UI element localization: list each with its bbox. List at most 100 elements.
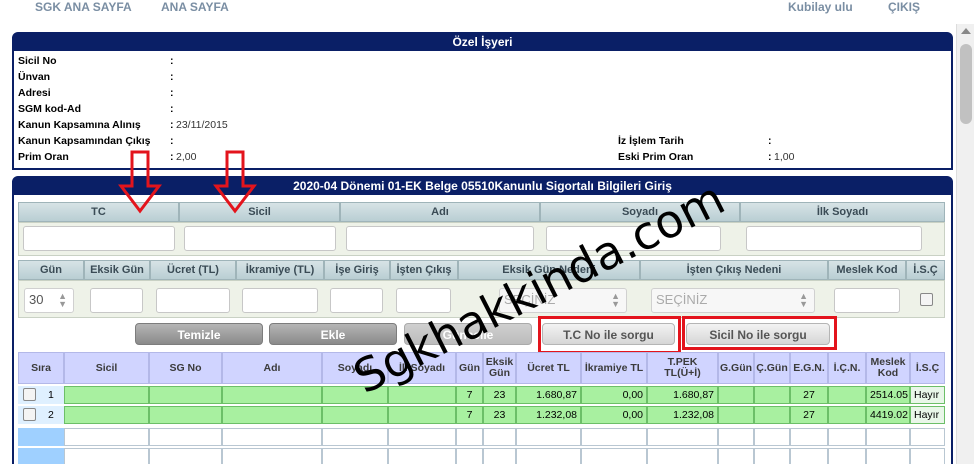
cell-isc[interactable]: Hayır: [910, 386, 945, 404]
cell-ikramiye[interactable]: 0,00: [581, 386, 647, 404]
empty-cell[interactable]: [718, 428, 754, 446]
gun-stepper[interactable]: 30 ▲ ▼: [24, 288, 74, 313]
meslek-kod-input[interactable]: [834, 288, 900, 313]
isc-checkbox[interactable]: [920, 293, 933, 306]
grid-header-ikramiye: İkramiye TL: [581, 352, 647, 384]
info-colon: :: [170, 151, 174, 163]
empty-cell[interactable]: [516, 448, 581, 464]
stepper-arrows-icon[interactable]: ▲ ▼: [58, 292, 67, 309]
cell-sg-no[interactable]: [149, 386, 222, 404]
empty-cell[interactable]: [828, 448, 866, 464]
ikramiye-input[interactable]: [242, 288, 318, 313]
cell-ilk-soyadi[interactable]: [388, 406, 456, 424]
employer-panel-title: Özel İşyeri: [14, 34, 951, 51]
cell-ucret[interactable]: 1.680,87: [516, 386, 581, 404]
cell-eksik-gun[interactable]: 23: [483, 386, 516, 404]
info-colon: :: [768, 151, 772, 163]
adi-input[interactable]: [346, 226, 534, 251]
cell-meslek-kod[interactable]: 2514.05: [866, 386, 910, 404]
eksik-gun-input[interactable]: [90, 288, 143, 313]
cell-g-gun[interactable]: [718, 406, 754, 424]
empty-cell[interactable]: [910, 448, 945, 464]
grid-header-icn: İ.Ç.N.: [828, 352, 866, 384]
empty-cell[interactable]: [222, 448, 322, 464]
filter-header-sicil: Sicil: [179, 202, 340, 222]
empty-cell[interactable]: [516, 428, 581, 446]
cell-meslek-kod[interactable]: 4419.02: [866, 406, 910, 424]
empty-row-marker: [18, 428, 64, 446]
empty-cell[interactable]: [718, 448, 754, 464]
empty-cell[interactable]: [483, 448, 516, 464]
scroll-up-icon[interactable]: [961, 28, 971, 34]
empty-cell[interactable]: [754, 448, 790, 464]
cell-sicil[interactable]: [64, 386, 149, 404]
empty-cell[interactable]: [866, 428, 910, 446]
cell-gun[interactable]: 7: [456, 386, 483, 404]
empty-cell[interactable]: [790, 448, 828, 464]
empty-cell[interactable]: [388, 428, 456, 446]
empty-cell[interactable]: [754, 428, 790, 446]
grid-header-meslek-kod: Meslek Kod: [866, 352, 910, 384]
row-select-checkbox[interactable]: [23, 388, 36, 401]
nav-sgk-home-link[interactable]: SGK ANA SAYFA: [35, 0, 132, 14]
empty-cell[interactable]: [149, 428, 222, 446]
cell-ikramiye[interactable]: 0,00: [581, 406, 647, 424]
empty-cell[interactable]: [456, 428, 483, 446]
sicil-input[interactable]: [184, 226, 336, 251]
table-row[interactable]: 2: [18, 406, 64, 424]
isten-cikis-nedeni-select[interactable]: SEÇİNİZ ▲ ▼: [651, 288, 815, 313]
cell-sicil[interactable]: [64, 406, 149, 424]
cell-g-gun[interactable]: [718, 386, 754, 404]
ilk-soyadi-input[interactable]: [746, 226, 922, 251]
cell-gun[interactable]: 7: [456, 406, 483, 424]
empty-cell[interactable]: [64, 428, 149, 446]
cell-adi[interactable]: [222, 406, 322, 424]
empty-cell[interactable]: [866, 448, 910, 464]
cell-c-gun[interactable]: [754, 406, 790, 424]
cell-c-gun[interactable]: [754, 386, 790, 404]
clear-button[interactable]: Temizle: [135, 323, 263, 345]
filter-header-ilk-soyadi: İlk Soyadı: [740, 202, 945, 222]
ise-giris-input[interactable]: [330, 288, 383, 313]
empty-cell[interactable]: [456, 448, 483, 464]
empty-cell[interactable]: [483, 428, 516, 446]
empty-cell[interactable]: [581, 448, 647, 464]
cell-egn[interactable]: 27: [790, 406, 828, 424]
tc-input[interactable]: [23, 226, 175, 251]
empty-cell[interactable]: [149, 448, 222, 464]
scroll-thumb[interactable]: [960, 44, 972, 124]
nav-user-link[interactable]: Kubilay ulu: [788, 0, 853, 14]
cell-egn[interactable]: 27: [790, 386, 828, 404]
grid-header-c-gun: Ç.Gün: [754, 352, 790, 384]
empty-cell[interactable]: [828, 428, 866, 446]
cell-eksik-gun[interactable]: 23: [483, 406, 516, 424]
empty-cell[interactable]: [64, 448, 149, 464]
info-value: 1,00: [774, 151, 795, 163]
cell-soyadi[interactable]: [322, 406, 388, 424]
table-row[interactable]: 1: [18, 386, 64, 404]
cell-icn[interactable]: [828, 386, 866, 404]
empty-cell[interactable]: [647, 448, 718, 464]
cell-sg-no[interactable]: [149, 406, 222, 424]
empty-cell[interactable]: [322, 428, 388, 446]
empty-cell[interactable]: [581, 428, 647, 446]
empty-cell[interactable]: [910, 428, 945, 446]
cell-adi[interactable]: [222, 386, 322, 404]
nav-logout-link[interactable]: ÇIKIŞ: [888, 0, 920, 14]
cell-tpek[interactable]: 1.232,08: [647, 406, 718, 424]
info-label: Sicil No: [18, 55, 57, 67]
cell-icn[interactable]: [828, 406, 866, 424]
empty-cell[interactable]: [790, 428, 828, 446]
cell-ucret[interactable]: 1.232,08: [516, 406, 581, 424]
grid-header-sira: Sıra: [18, 352, 64, 384]
cell-isc[interactable]: Hayır: [910, 406, 945, 424]
ucret-input[interactable]: [156, 288, 230, 313]
empty-cell[interactable]: [222, 428, 322, 446]
cell-tpek[interactable]: 1.680,87: [647, 386, 718, 404]
page-scrollbar[interactable]: [956, 24, 974, 464]
empty-cell[interactable]: [388, 448, 456, 464]
nav-home-link[interactable]: ANA SAYFA: [161, 0, 229, 14]
empty-cell[interactable]: [647, 428, 718, 446]
empty-cell[interactable]: [322, 448, 388, 464]
row-select-checkbox[interactable]: [23, 408, 36, 421]
